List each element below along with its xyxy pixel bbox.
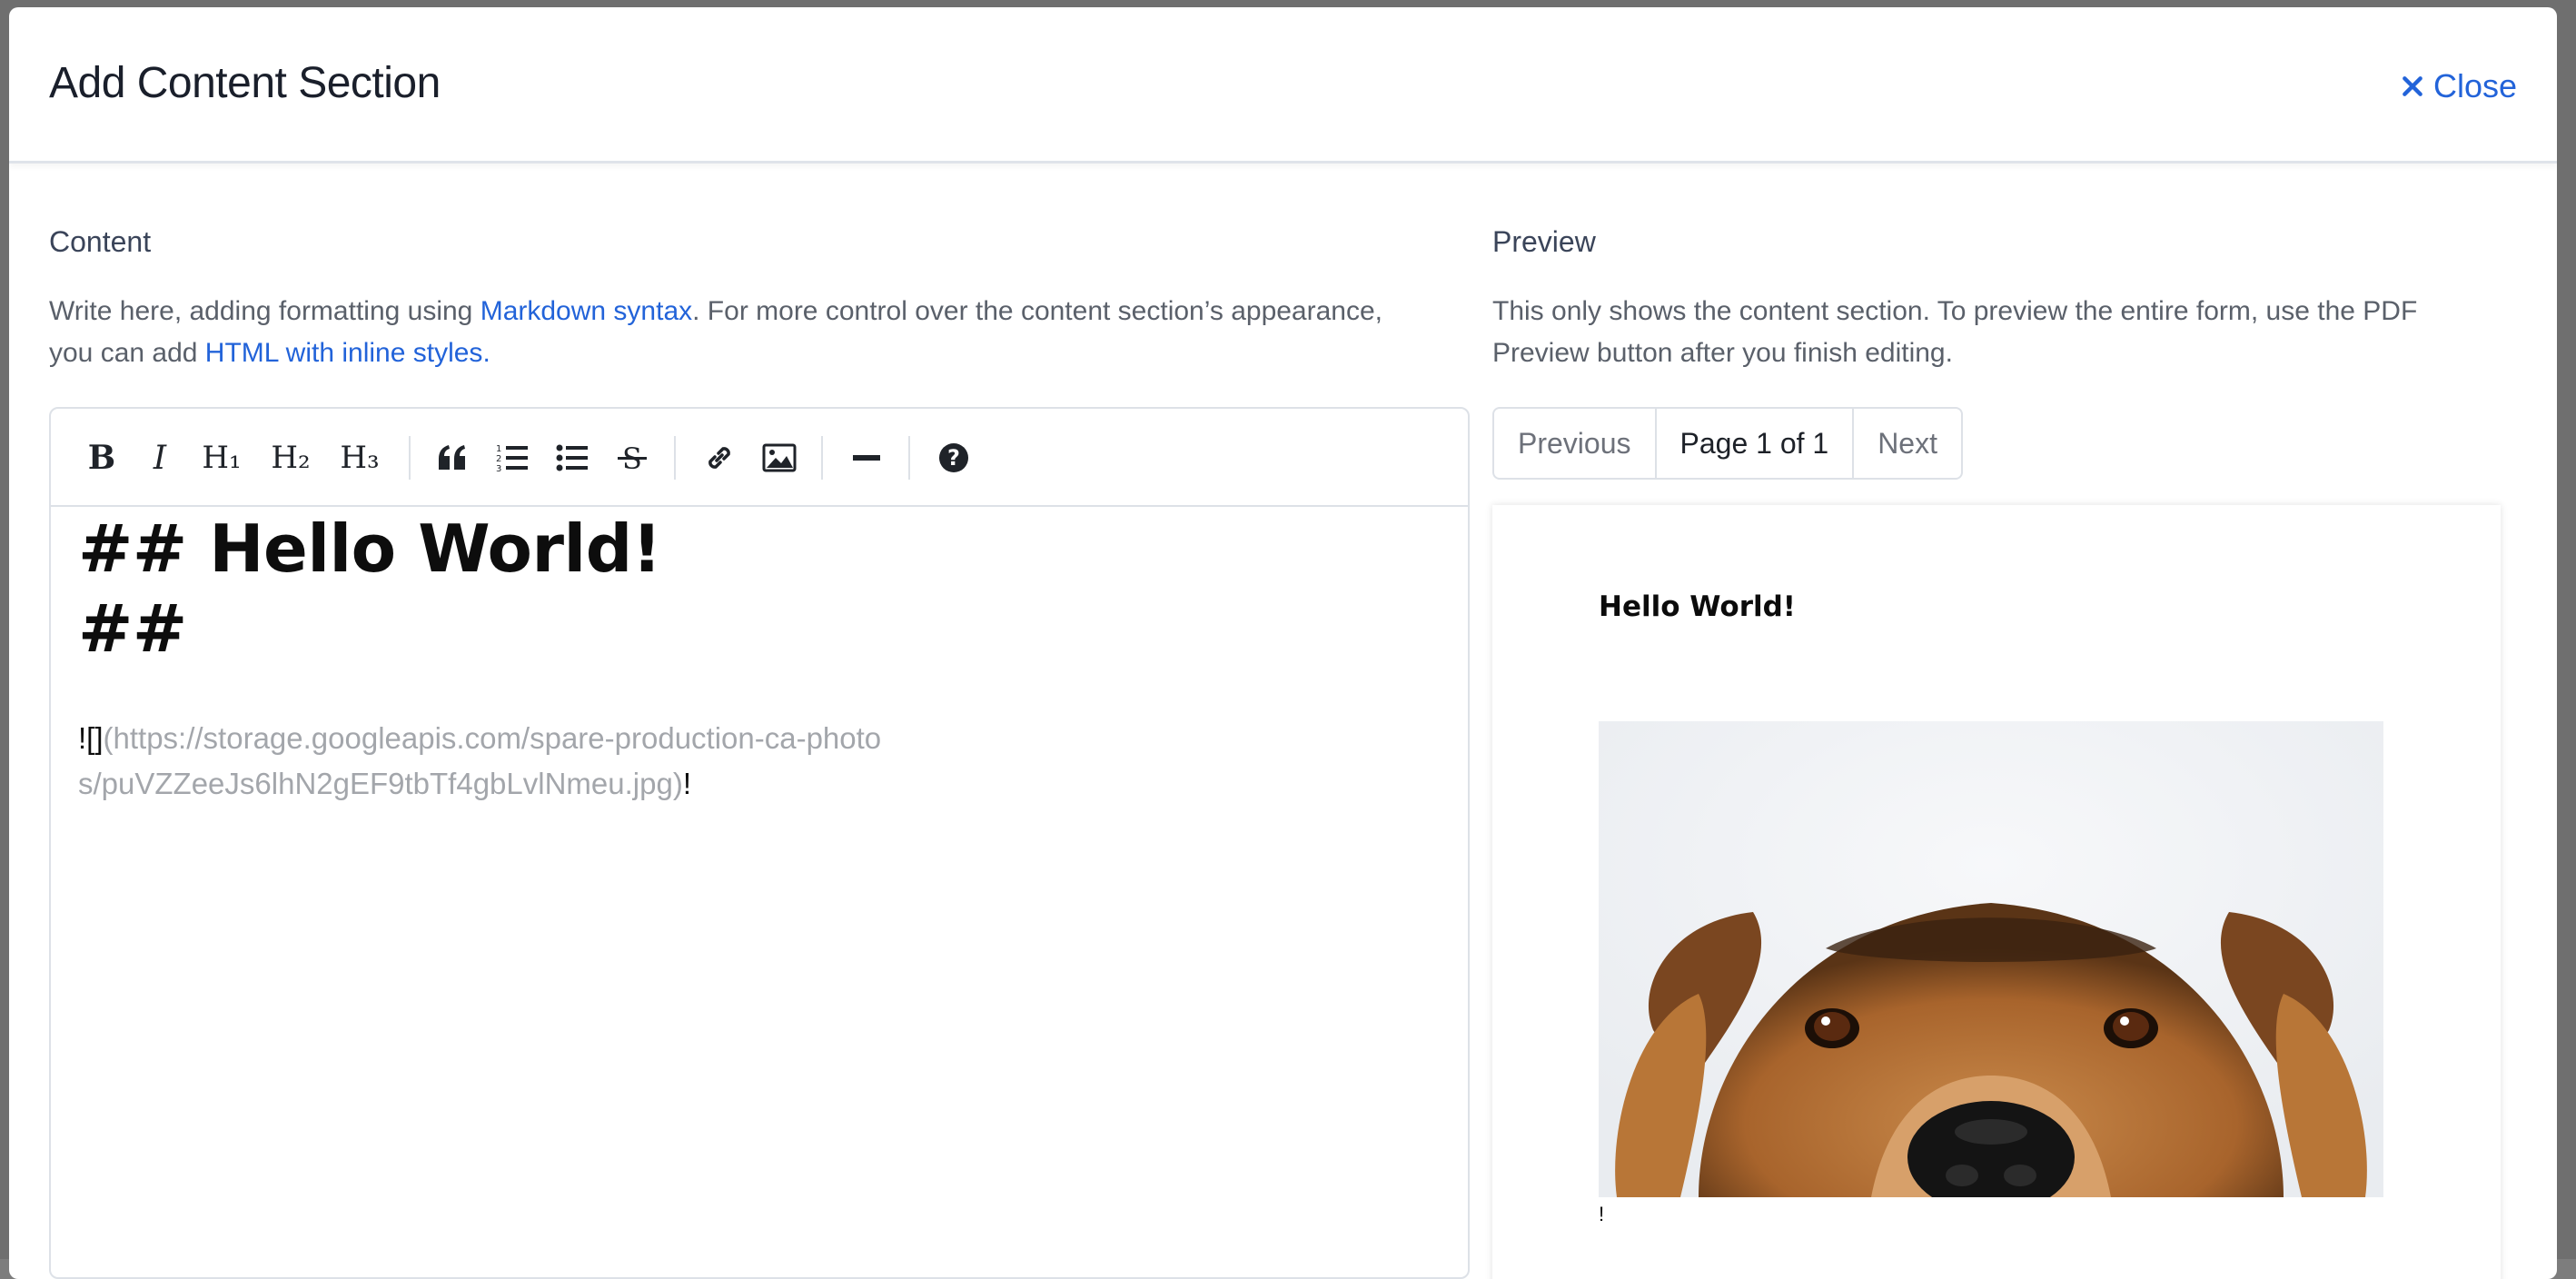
heading-2-icon[interactable]: H₂ <box>265 432 316 483</box>
preview-page: Hello World! ! <box>1492 505 2501 1279</box>
image-markdown-suffix: ! <box>682 767 691 800</box>
link-icon[interactable] <box>694 432 745 483</box>
preview-label: Preview <box>1492 225 1596 258</box>
markdown-syntax-link[interactable]: Markdown syntax <box>481 296 692 326</box>
editor-text-area[interactable]: ## Hello World! ## ![](https://storage.g… <box>78 509 1441 1277</box>
dog-photo <box>1599 721 2383 1197</box>
svg-text:2: 2 <box>496 454 501 464</box>
modal-header: Add Content Section Close <box>9 7 2557 164</box>
svg-text:?: ? <box>947 445 960 471</box>
editor-image-markdown: ![](https://storage.googleapis.com/spare… <box>78 716 896 807</box>
content-help-text: Write here, adding formatting using Mark… <box>49 291 1430 374</box>
add-content-section-modal: Add Content Section Close Content Write … <box>9 7 2557 1279</box>
image-markdown-prefix: ![] <box>78 721 104 755</box>
editor-heading-line: ## Hello World! <box>78 511 662 587</box>
preview-heading: Hello World! <box>1599 590 1796 623</box>
help-text-prefix: Write here, adding formatting using <box>49 296 481 326</box>
editor-heading-line-2: ## <box>78 590 187 667</box>
close-button[interactable]: Close <box>2401 67 2517 105</box>
image-icon[interactable] <box>754 432 805 483</box>
toolbar-divider <box>674 436 676 480</box>
preview-pagination: Previous Page 1 of 1 Next <box>1492 407 1963 480</box>
toolbar-divider <box>821 436 823 480</box>
toolbar-divider <box>908 436 910 480</box>
preview-help-text: This only shows the content section. To … <box>1492 296 2418 368</box>
next-page-button[interactable]: Next <box>1854 409 1961 478</box>
heading-3-icon[interactable]: H₃ <box>334 432 385 483</box>
close-label: Close <box>2432 67 2517 104</box>
ordered-list-icon[interactable]: 123 <box>487 432 538 483</box>
svg-text:1: 1 <box>496 444 501 454</box>
help-icon[interactable]: ? <box>928 432 979 483</box>
close-icon <box>2403 76 2422 96</box>
strikethrough-icon[interactable]: S <box>607 432 658 483</box>
image-markdown-url: (https://storage.googleapis.com/spare-pr… <box>78 721 882 800</box>
html-inline-styles-link[interactable]: HTML with inline styles <box>205 338 483 368</box>
preview-trailing-text: ! <box>1599 1203 1605 1225</box>
modal-title: Add Content Section <box>49 59 441 107</box>
toolbar-divider <box>409 436 411 480</box>
page-indicator: Page 1 of 1 <box>1657 409 1855 478</box>
content-label: Content <box>49 225 152 258</box>
unordered-list-icon[interactable] <box>547 432 598 483</box>
markdown-editor: B I H₁ H₂ H₃ 123 S ? ## Hello World! ## … <box>49 407 1470 1279</box>
editor-toolbar: B I H₁ H₂ H₃ 123 S ? <box>51 409 1468 507</box>
help-text-end: . <box>482 338 490 368</box>
svg-text:3: 3 <box>496 464 501 473</box>
italic-icon[interactable]: I <box>134 432 185 483</box>
heading-1-icon[interactable]: H₁ <box>196 432 247 483</box>
previous-page-button[interactable]: Previous <box>1494 409 1657 478</box>
quote-icon[interactable] <box>427 432 478 483</box>
bold-icon[interactable]: B <box>76 432 127 483</box>
horizontal-rule-icon[interactable] <box>841 432 892 483</box>
